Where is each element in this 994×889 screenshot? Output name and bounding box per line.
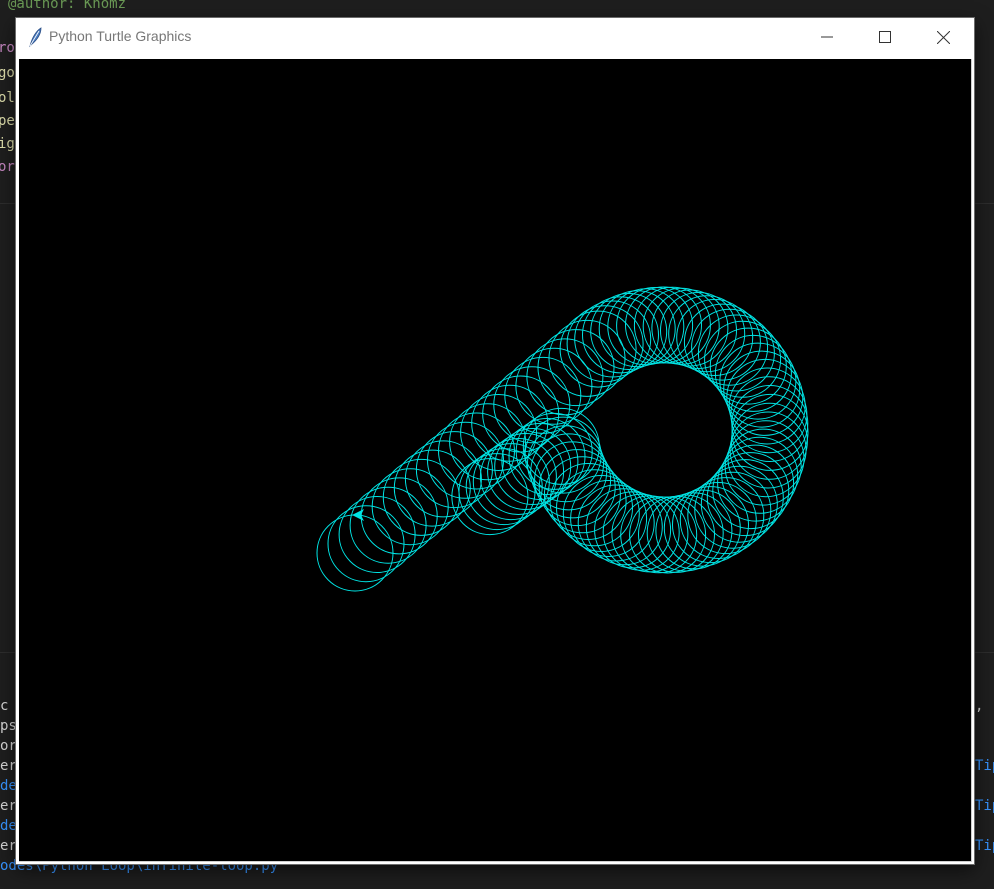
terminal-fragment: er [0, 758, 17, 774]
code-fragment: go [0, 65, 15, 81]
spiro-circle [646, 494, 724, 572]
terminal-fragment: c [0, 698, 9, 714]
turtle-cursor [352, 509, 364, 521]
spiro-circle [729, 411, 807, 489]
spiro-circle [731, 393, 809, 471]
terminal-fragment-right: Tip [975, 758, 994, 774]
code-fragment: pe [0, 113, 15, 129]
spiro-circle [494, 428, 572, 505]
terminal-fragment: de [0, 818, 17, 834]
feather-icon [24, 26, 46, 48]
terminal-fragment: de [0, 778, 17, 794]
code-fragment: or [0, 159, 15, 175]
code-fragment: ig [0, 136, 15, 152]
terminal-fragment-right: , [975, 698, 992, 714]
spiro-circle [651, 289, 729, 367]
maximize-icon [879, 31, 891, 43]
spirograph-drawing [316, 286, 809, 592]
title-bar[interactable]: Python Turtle Graphics [16, 18, 974, 56]
spiro-circle [607, 288, 685, 366]
terminal-fragment-right: Tip [975, 798, 994, 814]
code-fragment: ol [0, 90, 15, 106]
turtle-canvas[interactable] [19, 59, 972, 862]
spiro-circle [465, 448, 543, 526]
spiro-circle [472, 443, 550, 521]
terminal-fragment: er [0, 798, 17, 814]
close-icon [936, 30, 950, 44]
spiro-circle [629, 496, 707, 574]
spiro-circle [727, 420, 805, 498]
code-comment-author: @author: Khomz [8, 0, 127, 12]
minimize-button[interactable] [798, 18, 856, 56]
spiro-circle [625, 286, 702, 364]
terminal-fragment: or [0, 738, 17, 754]
spiro-circle [602, 493, 680, 571]
maximize-button[interactable] [856, 18, 914, 56]
window-title: Python Turtle Graphics [49, 28, 192, 44]
spiro-circle [687, 477, 765, 555]
terminal-fragment: er [0, 838, 17, 854]
terminal-fragment-right: Tip [975, 838, 994, 854]
terminal-fragment: ps [0, 718, 17, 734]
code-fragment: ro [0, 40, 15, 56]
turtle-window[interactable]: Python Turtle Graphics [16, 18, 974, 864]
minimize-icon [821, 31, 833, 43]
close-button[interactable] [914, 18, 972, 56]
spiro-circle [522, 407, 600, 485]
